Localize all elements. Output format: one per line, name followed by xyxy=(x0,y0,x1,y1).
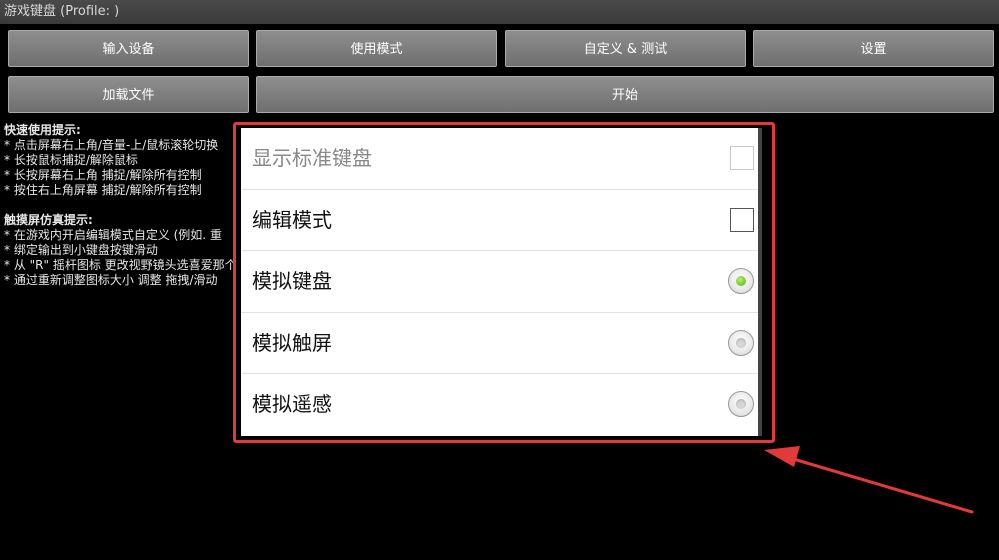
pointer-arrow-icon xyxy=(764,446,974,514)
